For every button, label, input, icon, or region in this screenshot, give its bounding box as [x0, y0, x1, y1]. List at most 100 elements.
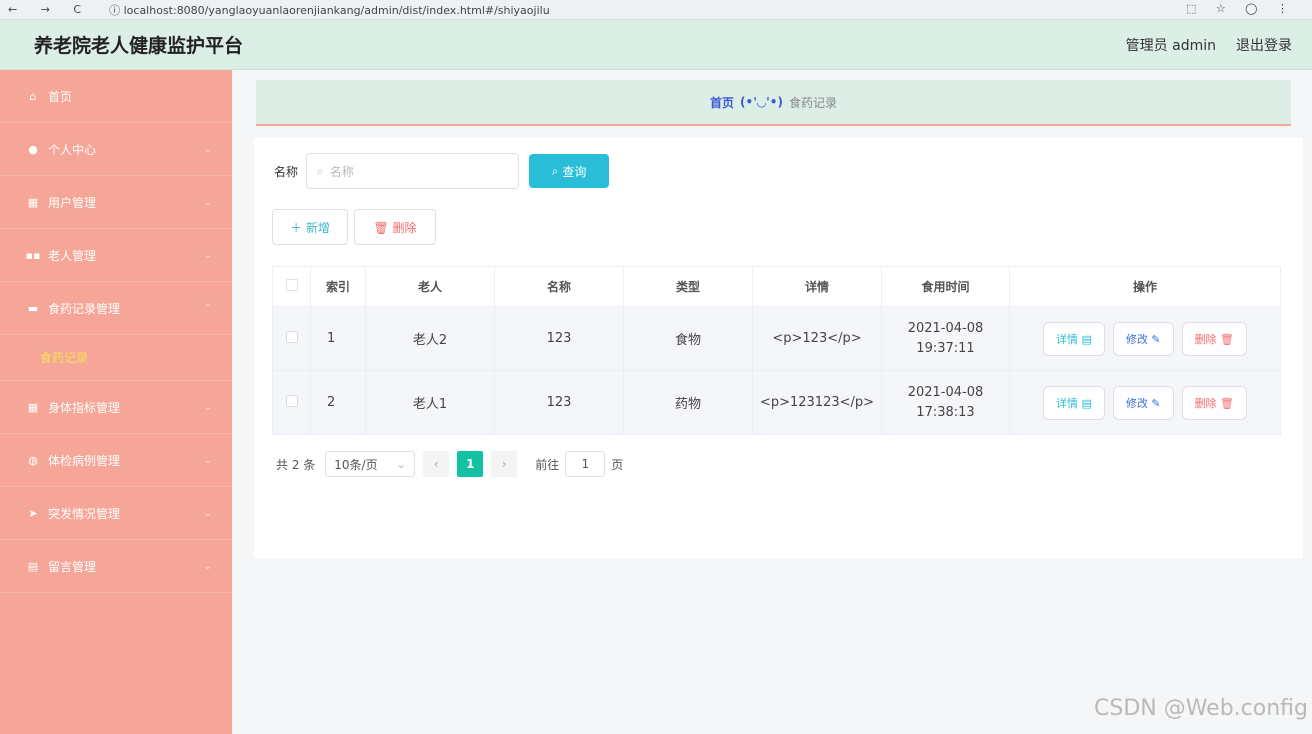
chevron-down-icon: ⌄ [396, 457, 407, 471]
sidebar-item-body-index[interactable]: ▦ 身体指标管理 ⌄ [0, 381, 232, 434]
breadcrumb: 首页 (•'◡'•) 食药记录 [256, 80, 1291, 126]
browser-actions[interactable]: ⬚ ☆ ◯ ⋮ [1186, 2, 1296, 15]
sidebar-item-label: 食药记录管理 [48, 301, 121, 316]
sidebar-item-elder-management[interactable]: ▪▪ 老人管理 ⌄ [0, 229, 232, 282]
delete-button[interactable]: 删除 🗑 [1181, 321, 1248, 356]
chevron-down-icon: ⌄ [203, 454, 212, 466]
chevron-down-icon: ⌄ [203, 560, 212, 572]
chevron-down-icon: ⌄ [203, 143, 212, 155]
delete-button[interactable]: 删除 🗑 [1181, 385, 1248, 420]
cell-type: 药物 [623, 370, 753, 435]
row-select-cell[interactable] [272, 370, 311, 435]
breadcrumb-home[interactable]: 首页 [710, 94, 734, 111]
document-icon: ▤ [27, 559, 39, 573]
col-type: 类型 [623, 266, 753, 307]
app-title: 养老院老人健康监护平台 [34, 35, 244, 57]
search-input[interactable]: ⌕ 名称 [306, 153, 520, 189]
total-count: 共 2 条 [276, 457, 316, 472]
table-header-row: 索引 老人 名称 类型 详情 食用时间 操作 [272, 266, 1281, 307]
goto-page-input[interactable]: 1 [565, 451, 606, 477]
search-row: 名称 ⌕ 名称 ⌕ 查询 [274, 153, 610, 189]
sidebar-item-messages[interactable]: ▤ 留言管理 ⌄ [0, 540, 232, 593]
search-icon: ⌕ [317, 163, 324, 178]
cell-index: 1 [310, 306, 366, 371]
col-actions: 操作 [1009, 266, 1281, 307]
grid-icon: ▪▪ [25, 248, 41, 262]
sidebar-item-label: 体检病例管理 [48, 453, 121, 468]
breadcrumb-separator: (•'◡'•) [740, 95, 783, 109]
detail-button[interactable]: 详情 ▤ [1042, 321, 1105, 356]
page-number-current[interactable]: 1 [457, 451, 484, 477]
page-size-select[interactable]: 10条/页 ⌄ [325, 451, 416, 477]
batch-delete-button[interactable]: 🗑 删除 [354, 209, 436, 245]
select-all-checkbox[interactable] [285, 279, 298, 291]
col-time: 食用时间 [881, 266, 1010, 307]
col-elder: 老人 [365, 266, 495, 307]
search-placeholder: 名称 [329, 164, 354, 179]
cell-type: 食物 [623, 306, 753, 371]
breadcrumb-current: 食药记录 [788, 95, 837, 110]
pagination: 共 2 条 10条/页 ⌄ ‹ 1 › 前往 1 页 [276, 451, 623, 477]
sidebar-item-checkup-cases[interactable]: ◍ 体检病例管理 ⌄ [0, 434, 232, 487]
edit-button[interactable]: 修改 ✎ [1112, 321, 1174, 356]
browser-bar: ← → C ⓘ localhost:8080/yanglaoyuanlaoren… [0, 0, 1312, 20]
chevron-down-icon: ⌄ [203, 507, 212, 519]
main-content: 首页 (•'◡'•) 食药记录 名称 ⌕ 名称 ⌕ 查询 ＋ 新增 🗑 删除 索… [232, 70, 1312, 734]
records-table: 索引 老人 名称 类型 详情 食用时间 操作 1 老人2 123 食物 <p>1… [272, 266, 1281, 435]
grid-icon: ▦ [27, 400, 39, 414]
sidebar-subitem-food-medicine-record[interactable]: 食药记录 [0, 335, 232, 381]
select-all-cell[interactable] [272, 266, 311, 307]
edit-button[interactable]: 修改 ✎ [1112, 385, 1174, 420]
compass-icon: ◍ [28, 453, 38, 467]
next-page-button[interactable]: › [491, 451, 518, 477]
col-name: 名称 [494, 266, 624, 307]
home-icon: ⌂ [29, 89, 37, 103]
watermark: CSDN @Web.config [1094, 696, 1308, 721]
clipboard-icon: ▦ [27, 195, 39, 209]
sidebar-item-label: 身体指标管理 [48, 400, 121, 415]
add-button[interactable]: ＋ 新增 [272, 209, 348, 245]
cell-name: 123 [494, 306, 624, 371]
browser-nav-buttons[interactable]: ← → C [8, 3, 91, 16]
sidebar-item-label: 用户管理 [48, 195, 97, 210]
col-index: 索引 [310, 266, 366, 307]
search-icon: ⌕ [551, 163, 559, 178]
table-row: 2 老人1 123 药物 <p>123123</p> 2021-04-08 17… [272, 370, 1281, 435]
row-checkbox[interactable] [285, 330, 298, 343]
cell-index: 2 [310, 370, 366, 435]
row-checkbox[interactable] [285, 394, 298, 407]
prev-page-button[interactable]: ‹ [423, 451, 450, 477]
address-bar[interactable]: ⓘ localhost:8080/yanglaoyuanlaorenjianka… [109, 2, 550, 18]
logout-link[interactable]: 退出登录 [1236, 35, 1292, 55]
page-size-value: 10条/页 [334, 457, 378, 472]
query-button[interactable]: ⌕ 查询 [529, 154, 610, 188]
cell-actions: 详情 ▤ 修改 ✎ 删除 🗑 [1009, 306, 1281, 371]
briefcase-icon: ▬ [27, 301, 39, 315]
cell-name: 123 [494, 370, 624, 435]
sidebar-item-user-management[interactable]: ▦ 用户管理 ⌄ [0, 176, 232, 229]
sidebar-item-food-medicine[interactable]: ▬ 食药记录管理 ⌃ [0, 282, 232, 335]
sidebar-item-label: 首页 [48, 89, 73, 104]
chevron-down-icon: ⌄ [203, 249, 212, 261]
cell-elder: 老人1 [365, 370, 495, 435]
sidebar-item-label: 留言管理 [48, 559, 97, 574]
send-icon: ➤ [28, 506, 38, 520]
app-header: 养老院老人健康监护平台 管理员 admin 退出登录 [0, 20, 1312, 70]
sidebar-item-home[interactable]: ⌂ 首页 [0, 70, 232, 123]
sidebar: ⌂ 首页 ● 个人中心 ⌄ ▦ 用户管理 ⌄ ▪▪ 老人管理 ⌄ ▬ 食药记录管… [0, 70, 232, 734]
table-row: 1 老人2 123 食物 <p>123</p> 2021-04-08 19:37… [272, 306, 1281, 371]
chevron-up-icon: ⌃ [203, 302, 212, 314]
col-detail: 详情 [752, 266, 882, 307]
cell-detail: <p>123123</p> [752, 370, 882, 435]
query-button-label: 查询 [562, 164, 587, 179]
cell-time: 2021-04-08 19:37:11 [881, 306, 1010, 371]
search-label: 名称 [274, 164, 299, 179]
row-select-cell[interactable] [272, 306, 311, 371]
sidebar-item-label: 老人管理 [48, 248, 97, 263]
sidebar-item-personal-center[interactable]: ● 个人中心 ⌄ [0, 123, 232, 176]
page-unit-label: 页 [611, 457, 624, 472]
user-icon: ● [28, 142, 38, 156]
cell-actions: 详情 ▤ 修改 ✎ 删除 🗑 [1009, 370, 1281, 435]
sidebar-item-emergency[interactable]: ➤ 突发情况管理 ⌄ [0, 487, 232, 540]
detail-button[interactable]: 详情 ▤ [1042, 385, 1105, 420]
